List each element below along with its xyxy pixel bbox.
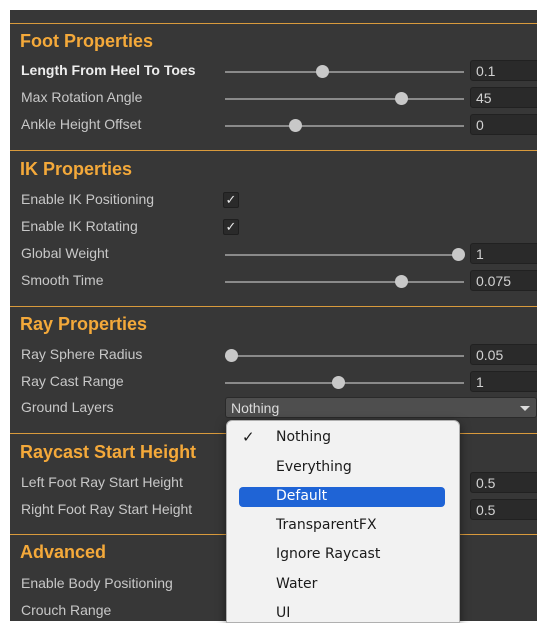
label-crouch-range: Crouch Range <box>21 602 112 618</box>
section-divider <box>10 150 537 151</box>
field-left-foot-ray[interactable]: 0.5 <box>470 472 537 493</box>
slider-track-length[interactable] <box>225 71 464 73</box>
row-enable-ik-rotating: Enable IK Rotating ✓ <box>10 214 537 240</box>
menu-item-label: Water <box>276 576 318 592</box>
section-title-foot: Foot Properties <box>20 31 154 51</box>
section-title-ik: IK Properties <box>20 159 133 179</box>
check-icon: ✓ <box>242 428 255 446</box>
label-ray-cast-range: Ray Cast Range <box>21 373 124 389</box>
ground-layers-value: Nothing <box>231 400 280 416</box>
menu-item-nothing[interactable]: ✓ Nothing <box>239 428 445 448</box>
field-right-foot-ray[interactable]: 0.5 <box>470 499 537 520</box>
row-ground-layers: Ground Layers Nothing <box>10 395 537 421</box>
field-smooth-time[interactable]: 0.075 <box>470 270 537 291</box>
slider-thumb-length[interactable] <box>316 65 329 78</box>
label-enable-ik-rotating: Enable IK Rotating <box>21 218 138 234</box>
menu-item-ignore-raycast[interactable]: Ignore Raycast <box>239 545 445 565</box>
row-smooth-time: Smooth Time 0.075 <box>10 268 537 294</box>
label-enable-ik-positioning: Enable IK Positioning <box>21 191 155 207</box>
section-title-advanced: Advanced <box>20 542 107 562</box>
menu-item-label: Everything <box>276 459 352 475</box>
section-title-raycast: Raycast Start Height <box>20 442 197 462</box>
checkbox-enable-ik-positioning[interactable]: ✓ <box>223 192 239 208</box>
checkbox-enable-ik-rotating[interactable]: ✓ <box>223 219 239 235</box>
field-max-rotation[interactable]: 45 <box>470 87 537 108</box>
row-length-heel-toes: Length From Heel To Toes 0.1 <box>10 58 537 84</box>
ground-layers-dropdown[interactable]: Nothing <box>225 397 537 418</box>
menu-item-label: Nothing <box>276 429 332 445</box>
field-global-weight[interactable]: 1 <box>470 243 537 264</box>
row-ray-cast-range: Ray Cast Range 1 <box>10 369 537 395</box>
field-ankle-height[interactable]: 0 <box>470 114 537 135</box>
row-global-weight: Global Weight 1 <box>10 241 537 267</box>
chevron-down-icon <box>520 406 530 411</box>
field-ray-cast-range[interactable]: 1 <box>470 371 537 392</box>
slider-thumb-max-rotation[interactable] <box>395 92 408 105</box>
label-left-foot-ray: Left Foot Ray Start Height <box>21 474 183 490</box>
menu-item-label: Ignore Raycast <box>276 546 381 562</box>
layer-dropdown-menu: ✓ Nothing Everything Default Transparent… <box>226 420 460 623</box>
slider-track-ankle[interactable] <box>225 125 464 127</box>
label-enable-body-positioning: Enable Body Positioning <box>21 575 173 591</box>
label-global-weight: Global Weight <box>21 245 109 261</box>
label-ray-sphere-radius: Ray Sphere Radius <box>21 346 143 362</box>
menu-item-label: Default <box>276 488 328 504</box>
row-ankle-height: Ankle Height Offset 0 <box>10 112 537 138</box>
field-length-heel-toes[interactable]: 0.1 <box>470 60 537 81</box>
menu-item-ui[interactable]: UI <box>239 604 445 622</box>
menu-item-transparentfx[interactable]: TransparentFX <box>239 516 445 536</box>
label-ankle-height: Ankle Height Offset <box>21 116 142 132</box>
menu-item-water[interactable]: Water <box>239 575 445 595</box>
menu-item-label: TransparentFX <box>276 517 377 533</box>
label-ground-layers: Ground Layers <box>21 399 114 415</box>
field-ray-sphere-radius[interactable]: 0.05 <box>470 344 537 365</box>
row-max-rotation: Max Rotation Angle 45 <box>10 85 537 111</box>
row-enable-ik-positioning: Enable IK Positioning ✓ <box>10 187 537 213</box>
section-title-ray: Ray Properties <box>20 314 148 334</box>
slider-track-smooth-time[interactable] <box>225 281 464 283</box>
section-divider <box>10 23 537 24</box>
slider-thumb-ankle[interactable] <box>289 119 302 132</box>
slider-thumb-cast-range[interactable] <box>332 376 345 389</box>
label-smooth-time: Smooth Time <box>21 272 104 288</box>
label-length-heel-toes: Length From Heel To Toes <box>21 62 196 78</box>
slider-thumb-sphere-radius[interactable] <box>225 349 238 362</box>
slider-track-max-rotation[interactable] <box>225 98 464 100</box>
section-divider <box>10 306 537 307</box>
slider-track-sphere-radius[interactable] <box>225 355 464 357</box>
slider-thumb-global-weight[interactable] <box>452 248 465 261</box>
slider-track-global-weight[interactable] <box>225 254 464 256</box>
label-right-foot-ray: Right Foot Ray Start Height <box>21 501 193 517</box>
menu-item-default[interactable]: Default <box>239 487 445 507</box>
label-max-rotation: Max Rotation Angle <box>21 89 143 105</box>
slider-thumb-smooth-time[interactable] <box>395 275 408 288</box>
row-ray-sphere-radius: Ray Sphere Radius 0.05 <box>10 342 537 368</box>
menu-item-label: UI <box>276 605 291 621</box>
menu-item-everything[interactable]: Everything <box>239 458 445 478</box>
